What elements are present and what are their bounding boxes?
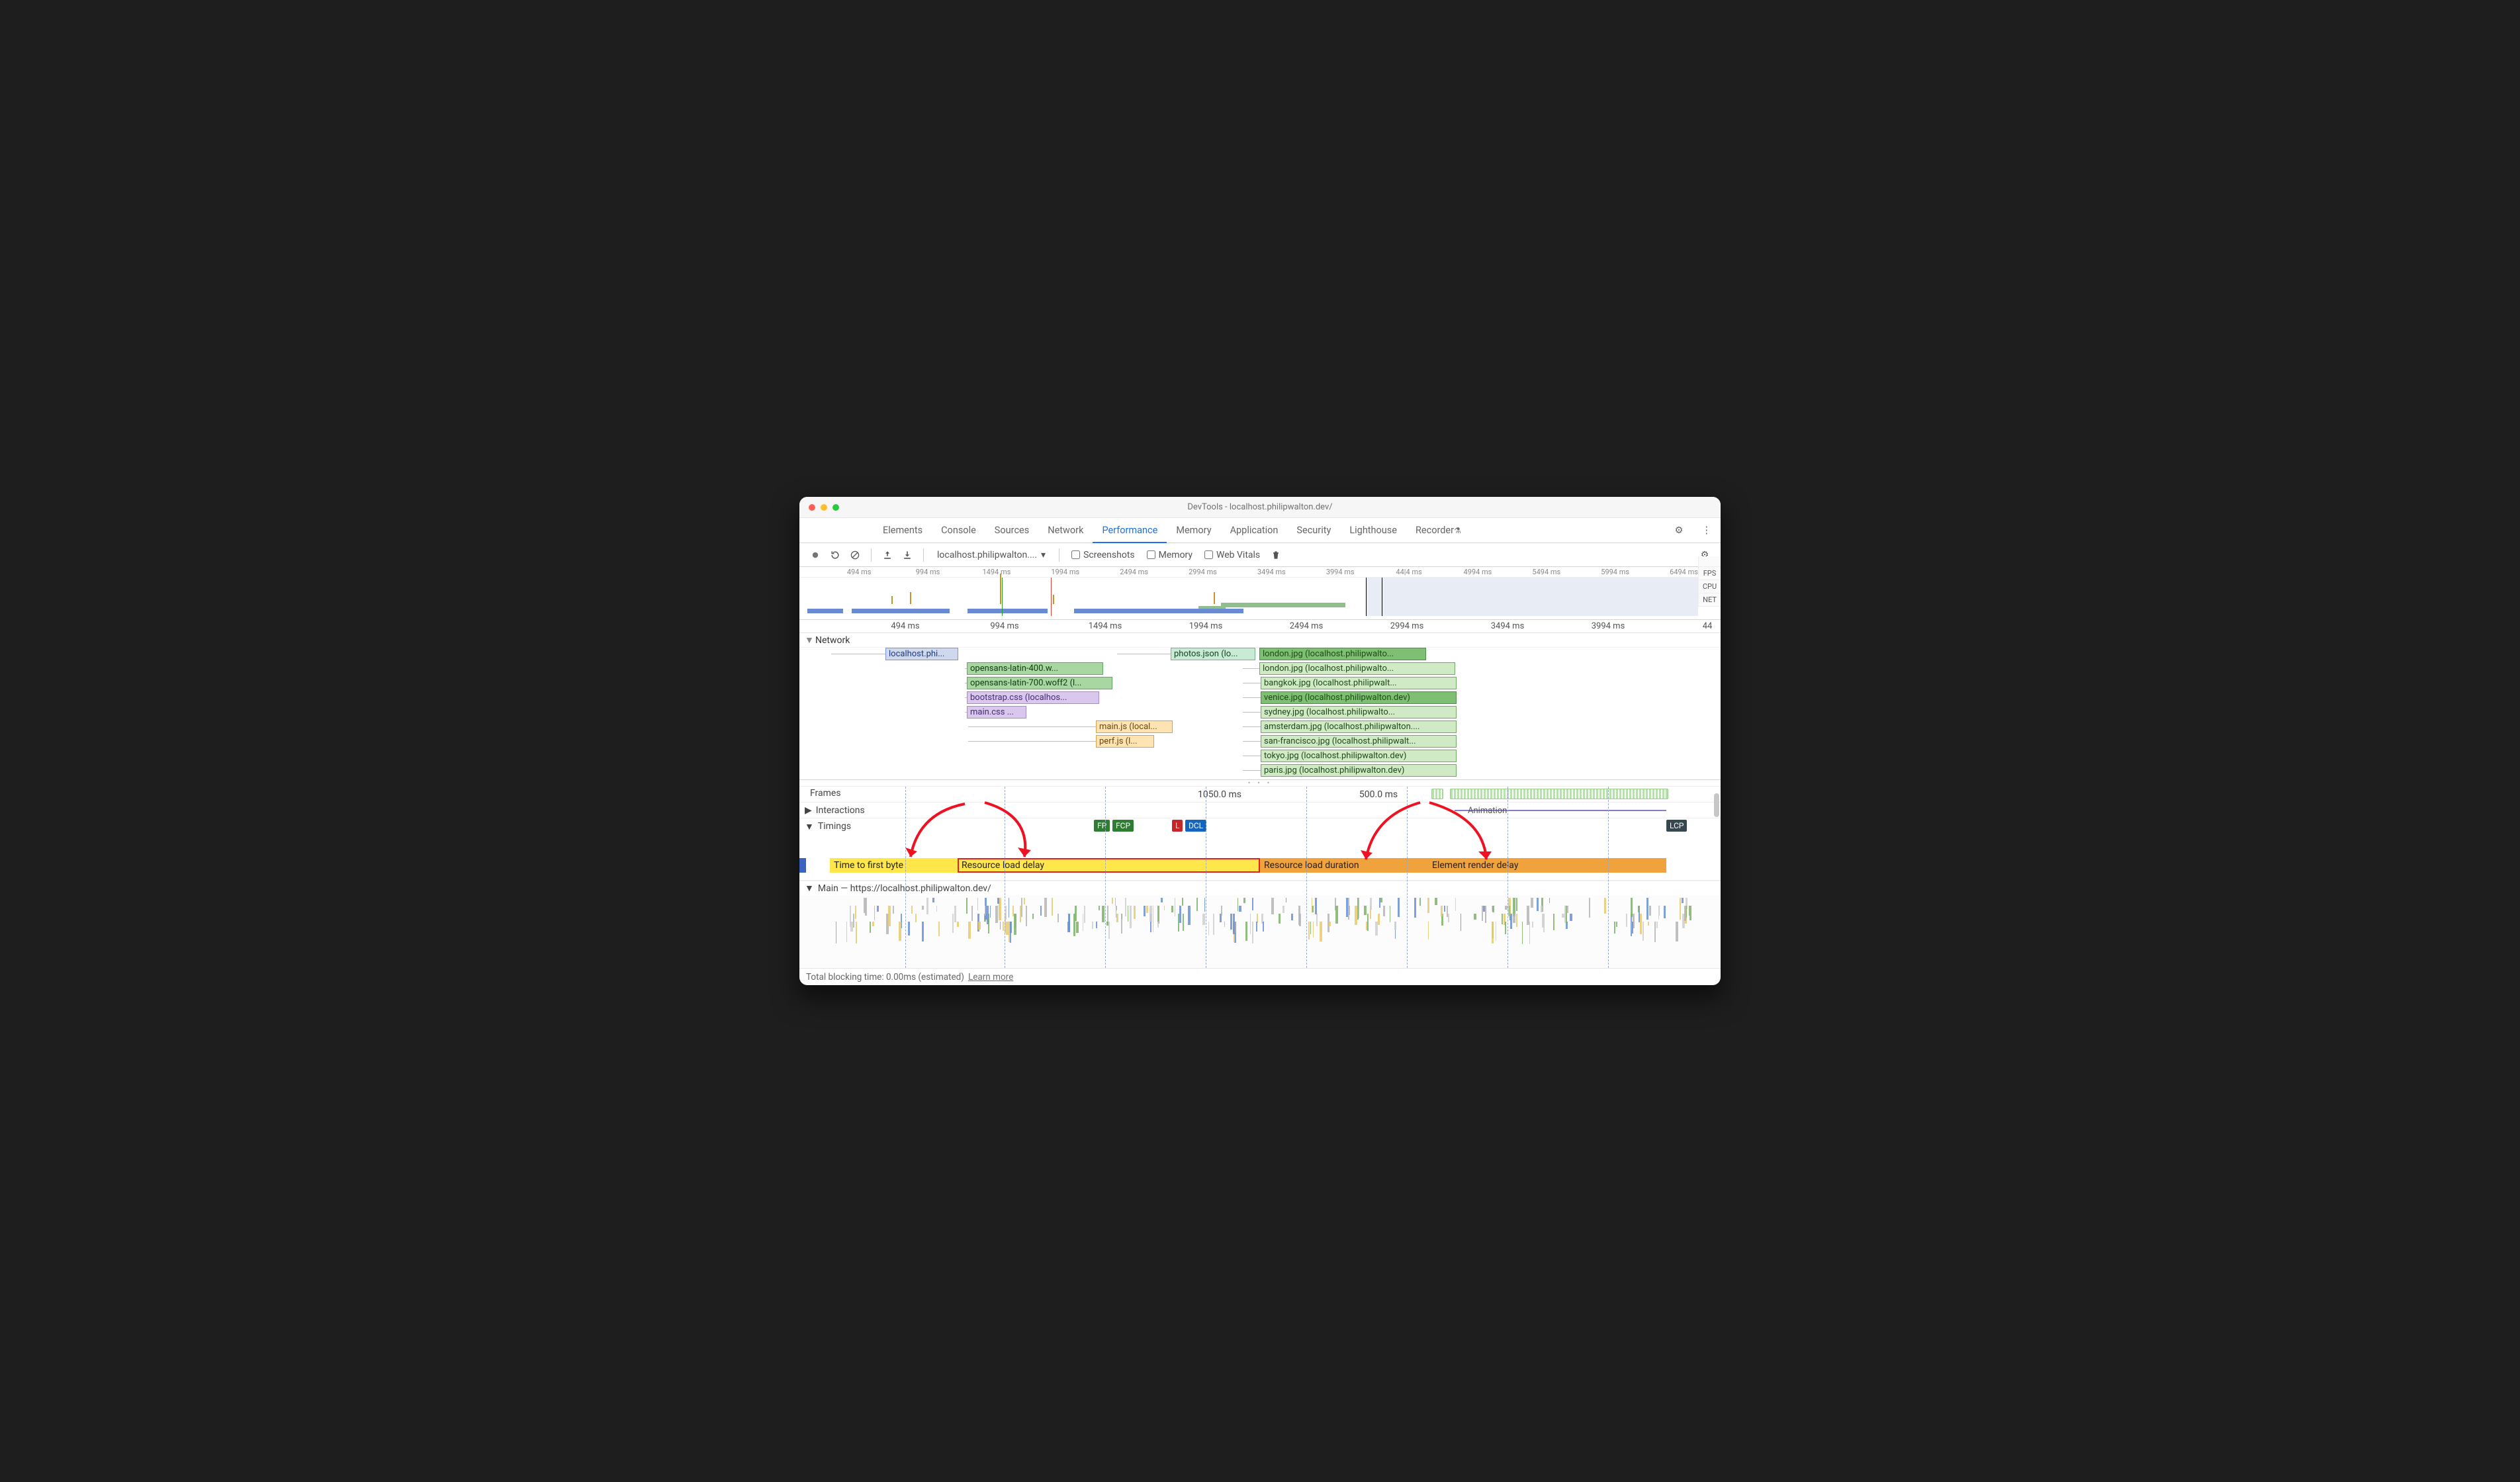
ruler-tick: 3994 ms	[1326, 568, 1355, 576]
ruler-tick: 1994 ms	[1051, 568, 1079, 576]
ruler-tick: 1494 ms	[1089, 621, 1122, 631]
ruler-tick: 2994 ms	[1390, 621, 1424, 631]
device-icon[interactable]	[836, 518, 874, 543]
download-icon[interactable]	[899, 547, 915, 563]
request-bar[interactable]: san-francisco.jpg (localhost.philipwalt.…	[1261, 735, 1457, 748]
tab-application[interactable]: Application	[1221, 518, 1288, 543]
request-bar[interactable]: tokyo.jpg (localhost.philipwalton.dev)	[1261, 750, 1457, 762]
ruler-tick: 994 ms	[916, 568, 940, 576]
request-bar[interactable]: opensans-latin-700.woff2 (l...	[967, 677, 1112, 689]
tab-sources[interactable]: Sources	[985, 518, 1038, 543]
ruler-tick: 2994 ms	[1189, 568, 1217, 576]
ruler-tick: 44|4 ms	[1396, 568, 1421, 576]
phase-ttfb: Time to first byte	[830, 858, 958, 873]
ruler-tick: 494 ms	[847, 568, 872, 576]
ruler-tick: 44	[1703, 621, 1713, 631]
clear-icon[interactable]	[847, 547, 863, 563]
ruler-tick: 1994 ms	[1189, 621, 1223, 631]
request-bar[interactable]: sydney.jpg (localhost.philipwalto...	[1261, 706, 1457, 719]
macos-titlebar: DevTools - localhost.philipwalton.dev/	[799, 497, 1721, 518]
request-bar[interactable]: main.css ...	[967, 706, 1026, 719]
animation-label: Animation	[1468, 806, 1507, 816]
badge-dcl: DCL	[1185, 820, 1206, 832]
checkbox-webvitals[interactable]: Web Vitals	[1200, 550, 1264, 560]
profile-selector[interactable]: localhost.philipwalton....▾	[932, 547, 1051, 563]
tab-console[interactable]: Console	[932, 518, 985, 543]
request-bar[interactable]: bootstrap.css (localhos...	[967, 691, 1099, 704]
footer: Total blocking time: 0.00ms (estimated) …	[799, 968, 1721, 985]
main-lane-header[interactable]: ▼Main — https://localhost.philipwalton.d…	[799, 881, 1721, 895]
ruler-tick: 3994 ms	[1592, 621, 1625, 631]
request-bar[interactable]: london.jpg (localhost.philipwalto...	[1259, 648, 1426, 660]
chevron-down-icon: ▾	[1041, 550, 1046, 560]
request-bar[interactable]: amsterdam.jpg (localhost.philipwalton...…	[1261, 720, 1457, 733]
ruler-tick: 2494 ms	[1120, 568, 1148, 576]
request-bar[interactable]: perf.js (l...	[1096, 735, 1154, 748]
panel-tabs: Elements Console Sources Network Perform…	[799, 518, 1721, 543]
record-icon[interactable]	[807, 547, 823, 563]
request-bar[interactable]: bangkok.jpg (localhost.philipwalt...	[1261, 677, 1457, 689]
settings-icon[interactable]: ⚙︎	[1666, 518, 1693, 543]
tab-memory[interactable]: Memory	[1167, 518, 1220, 543]
detail-ruler: 494 ms 994 ms 1494 ms 1994 ms 2494 ms 2994 ms…	[799, 620, 1721, 633]
tab-network[interactable]: Network	[1038, 518, 1093, 543]
overview-strip[interactable]: 494 ms 994 ms 1494 ms 1994 ms 2494 ms 2994 ms…	[799, 567, 1721, 620]
ruler-tick: 2494 ms	[1290, 621, 1324, 631]
overview-tracks: FPS CPU NET	[1698, 556, 1721, 609]
tab-lighthouse[interactable]: Lighthouse	[1340, 518, 1406, 543]
ruler-tick: 494 ms	[891, 621, 919, 631]
inspect-icon[interactable]	[799, 518, 836, 543]
timings-lane[interactable]: ▼Timings FP FCP L DCL LCP Time to first …	[799, 818, 1721, 881]
request-bar[interactable]: photos.json (lo...	[1171, 648, 1255, 660]
tbt-label: Total blocking time: 0.00ms (estimated)	[806, 972, 964, 982]
badge-lcp: LCP	[1666, 820, 1687, 832]
close-icon[interactable]	[809, 504, 815, 511]
request-bar[interactable]: opensans-latin-400.w...	[967, 662, 1103, 675]
reload-icon[interactable]	[827, 547, 843, 563]
ruler-tick: 3494 ms	[1257, 568, 1286, 576]
ruler-tick: 5994 ms	[1601, 568, 1629, 576]
phase-rld: Resource load delay	[958, 858, 1260, 873]
trash-icon[interactable]	[1268, 547, 1284, 563]
ruler-tick: 6494 ms	[1670, 568, 1698, 576]
ruler-tick: 5494 ms	[1532, 568, 1560, 576]
ruler-tick: 4994 ms	[1464, 568, 1492, 576]
flamechart-area[interactable]: Frames 1050.0 ms 500.0 ms ▶Interactions …	[799, 787, 1721, 968]
tab-recorder[interactable]: Recorder ⚗	[1406, 518, 1470, 543]
devtools-window: DevTools - localhost.philipwalton.dev/ E…	[799, 497, 1721, 985]
ruler-tick: 3494 ms	[1491, 621, 1525, 631]
ruler-tick: 994 ms	[990, 621, 1018, 631]
tab-performance[interactable]: Performance	[1093, 518, 1167, 543]
zoom-icon[interactable]	[832, 504, 839, 511]
badge-fp: FP	[1094, 820, 1110, 832]
phase-erd: Element render delay	[1428, 858, 1666, 873]
checkbox-screenshots[interactable]: Screenshots	[1067, 550, 1139, 560]
perf-toolbar: localhost.philipwalton....▾ Screenshots …	[799, 543, 1721, 567]
overview-ruler: 494 ms 994 ms 1494 ms 1994 ms 2494 ms 2994 ms…	[799, 567, 1721, 578]
badge-fcp: FCP	[1112, 820, 1134, 832]
scrollbar-thumb[interactable]	[1714, 793, 1719, 817]
request-bar[interactable]: localhost.phi...	[885, 648, 958, 660]
network-lane-header[interactable]: ▼Network	[799, 633, 1721, 648]
request-bar[interactable]: paris.jpg (localhost.philipwalton.dev)	[1261, 764, 1457, 777]
request-bar[interactable]: main.js (local...	[1096, 720, 1173, 733]
checkbox-memory[interactable]: Memory	[1143, 550, 1196, 560]
learn-more-link[interactable]: Learn more	[968, 972, 1013, 982]
frames-lane[interactable]: Frames 1050.0 ms 500.0 ms	[799, 787, 1721, 803]
request-bar[interactable]: london.jpg (localhost.philipwalto...	[1259, 662, 1455, 675]
main-flame[interactable]	[799, 895, 1721, 968]
request-bar[interactable]: venice.jpg (localhost.philipwalton.dev)	[1261, 691, 1457, 704]
badge-l: L	[1172, 820, 1183, 832]
ruler-tick: 1494 ms	[982, 568, 1011, 576]
upload-icon[interactable]	[879, 547, 895, 563]
window-title: DevTools - localhost.philipwalton.dev/	[799, 502, 1721, 512]
minimize-icon[interactable]	[821, 504, 827, 511]
splitter-handle[interactable]: • • •	[799, 780, 1721, 787]
phase-rdur: Resource load duration	[1260, 858, 1428, 873]
network-waterfall[interactable]: localhost.phi... opensans-latin-400.w... o…	[799, 648, 1721, 780]
tab-elements[interactable]: Elements	[874, 518, 932, 543]
interactions-lane[interactable]: ▶Interactions Animation	[799, 803, 1721, 818]
kebab-icon[interactable]: ⋮	[1693, 518, 1721, 543]
tab-security[interactable]: Security	[1287, 518, 1340, 543]
